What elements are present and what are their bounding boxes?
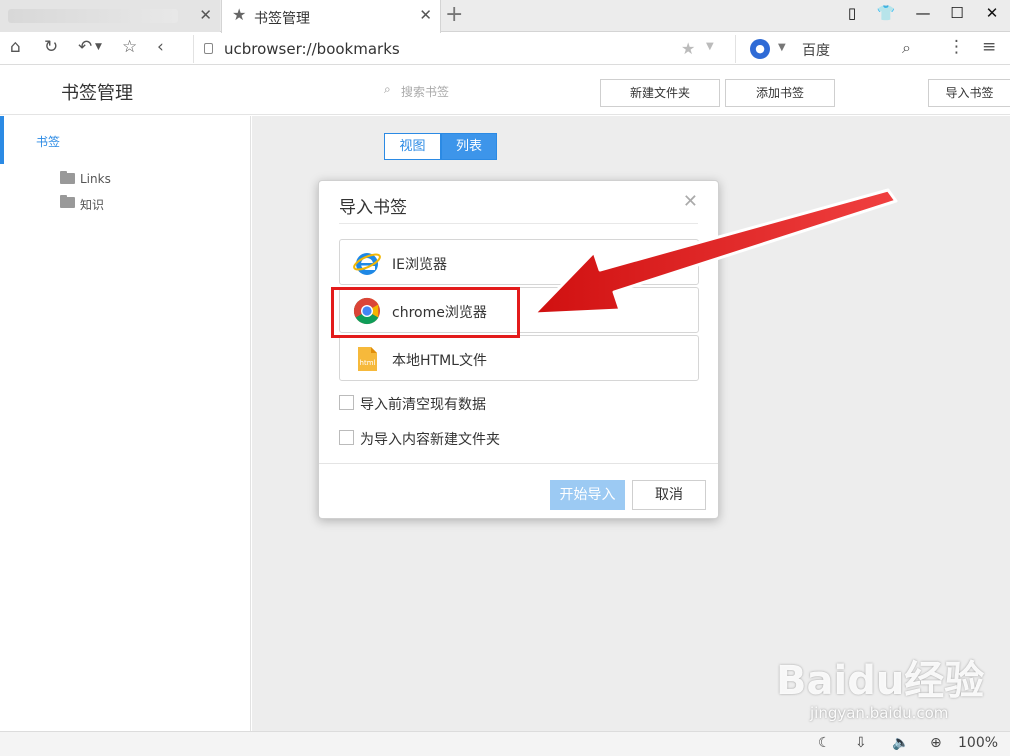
search-placeholder: 搜索书签 bbox=[401, 85, 450, 99]
list-mode-button[interactable]: 列表 bbox=[441, 133, 497, 160]
star-icon: ★ bbox=[232, 5, 247, 24]
baidu-watermark: Baidu经验 jingyan.baidu.com bbox=[770, 648, 1000, 732]
checkbox-label: 为导入内容新建文件夹 bbox=[360, 432, 500, 448]
bookmark-star-icon[interactable]: ★ bbox=[681, 39, 695, 58]
import-bookmark-button[interactable]: 导入书签 bbox=[928, 79, 1010, 107]
night-mode-icon[interactable]: ☾ bbox=[818, 735, 831, 751]
undo-dropdown-icon[interactable]: ▼ bbox=[95, 42, 102, 52]
checkbox-box[interactable] bbox=[339, 395, 354, 410]
tab-title: 书签管理 bbox=[254, 11, 310, 27]
start-import-button[interactable]: 开始导入 bbox=[550, 480, 625, 510]
import-option-html-file[interactable]: html 本地HTML文件 bbox=[339, 335, 699, 381]
annotation-highlight-box bbox=[331, 287, 520, 338]
sidebar-item-label: 书签 bbox=[36, 135, 61, 149]
refresh-icon[interactable]: ↻ bbox=[44, 37, 58, 57]
watermark-brand: Baidu经验 bbox=[776, 658, 985, 704]
annotation-arrow bbox=[532, 188, 898, 316]
back-icon[interactable]: ‹ bbox=[157, 37, 164, 57]
dialog-title: 导入书签 bbox=[339, 198, 407, 218]
chevron-down-icon[interactable]: ▼ bbox=[778, 42, 786, 53]
search-engine-name[interactable]: 百度 bbox=[802, 40, 830, 60]
toolbar: ⌂ ↻ ↶ ▼ ☆ ‹ ucbrowser://bookmarks ★ ▼ ● … bbox=[0, 33, 1010, 65]
home-icon[interactable]: ⌂ bbox=[10, 37, 21, 57]
more-icon[interactable]: ⋮ bbox=[948, 37, 965, 57]
page-title: 书签管理 bbox=[61, 83, 133, 104]
tab-title-blurred bbox=[8, 9, 178, 23]
maximize-icon[interactable]: ☐ bbox=[944, 4, 970, 22]
folder-label: 知识 bbox=[80, 198, 105, 212]
ie-icon bbox=[353, 253, 381, 275]
divider bbox=[319, 463, 718, 464]
minimize-icon[interactable]: — bbox=[910, 4, 936, 22]
folder-label: Links bbox=[80, 172, 111, 186]
page-header: 书签管理 ⌕ 搜索书签 新建文件夹 添加书签 导入书签 bbox=[0, 66, 1010, 115]
watermark-url: jingyan.baidu.com bbox=[810, 704, 949, 722]
selected-indicator bbox=[0, 116, 4, 164]
search-engine-box[interactable]: ● ▼ 百度 ⌕ bbox=[735, 35, 925, 63]
option-label: IE浏览器 bbox=[392, 257, 447, 273]
menu-icon[interactable]: ≡ bbox=[982, 37, 996, 57]
svg-text:html: html bbox=[360, 359, 376, 367]
chevron-down-icon[interactable]: ▼ bbox=[706, 41, 714, 52]
status-bar: ☾ ⇩ 🔈 ⊕ 100% bbox=[0, 731, 1010, 756]
add-bookmark-button[interactable]: 添加书签 bbox=[725, 79, 835, 107]
page-icon bbox=[204, 43, 213, 54]
restore-icon[interactable]: ▯ bbox=[839, 4, 865, 22]
view-mode-button[interactable]: 视图 bbox=[384, 133, 441, 160]
volume-icon[interactable]: 🔈 bbox=[892, 735, 909, 751]
cancel-button[interactable]: 取消 bbox=[632, 480, 706, 510]
checkbox-box[interactable] bbox=[339, 430, 354, 445]
tab-close-icon[interactable]: ✕ bbox=[199, 6, 212, 24]
checkbox-label: 导入前清空现有数据 bbox=[360, 397, 486, 413]
undo-icon[interactable]: ↶ bbox=[78, 37, 92, 57]
option-label: 本地HTML文件 bbox=[392, 353, 487, 369]
search-icon[interactable]: ⌕ bbox=[902, 38, 911, 58]
folder-icon bbox=[60, 171, 75, 184]
folder-icon bbox=[60, 195, 75, 208]
download-icon[interactable]: ⇩ bbox=[855, 735, 867, 751]
tab-inactive[interactable]: ✕ bbox=[0, 0, 220, 32]
tab-bar: ✕ ★ 书签管理 ✕ + ▯ 👕 — ☐ ✕ bbox=[0, 0, 1010, 33]
bookmark-search-input[interactable]: ⌕ 搜索书签 bbox=[384, 82, 534, 101]
html-file-icon: html bbox=[358, 347, 377, 371]
baidu-paw-icon[interactable]: ● bbox=[750, 39, 770, 59]
url-text[interactable]: ucbrowser://bookmarks bbox=[224, 40, 400, 58]
zoom-level[interactable]: 100% bbox=[958, 735, 998, 751]
tab-close-icon[interactable]: ✕ bbox=[419, 6, 432, 24]
sidebar: 书签 Links 知识 bbox=[0, 116, 251, 731]
zoom-icon[interactable]: ⊕ bbox=[930, 735, 942, 751]
address-bar[interactable]: ucbrowser://bookmarks ★ ▼ bbox=[193, 35, 723, 63]
new-tab-icon[interactable]: + bbox=[445, 2, 463, 27]
favorite-icon[interactable]: ☆ bbox=[122, 37, 137, 57]
new-folder-button[interactable]: 新建文件夹 bbox=[600, 79, 720, 107]
sidebar-item-bookmarks[interactable]: 书签 bbox=[0, 116, 250, 164]
skin-icon[interactable]: 👕 bbox=[873, 4, 899, 22]
tab-bookmarks[interactable]: ★ 书签管理 ✕ bbox=[221, 0, 441, 33]
search-icon: ⌕ bbox=[384, 82, 391, 96]
close-icon[interactable]: ✕ bbox=[979, 4, 1005, 22]
